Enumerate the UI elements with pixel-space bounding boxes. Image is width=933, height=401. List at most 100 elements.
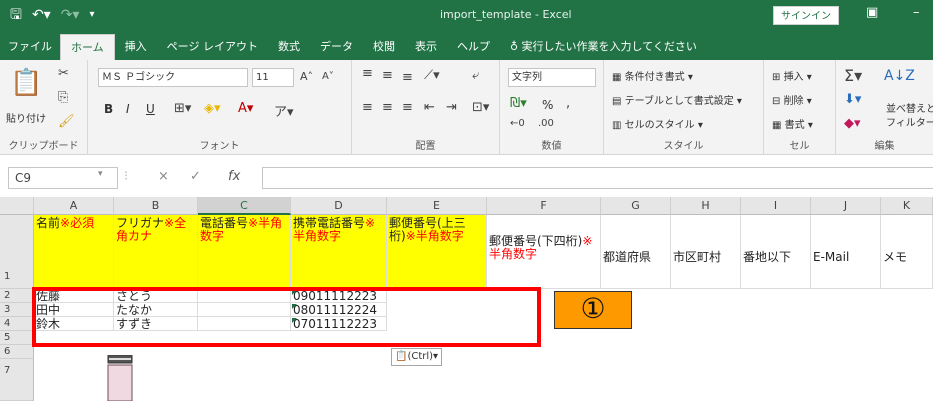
header-cell-prefecture[interactable]: 都道府県 (601, 215, 671, 289)
font-size-select[interactable]: 11 (252, 68, 294, 87)
tab-review[interactable]: 校閲 (363, 34, 405, 60)
paste-options-button[interactable]: 📋(Ctrl)▾ (391, 348, 443, 366)
column-header-c[interactable]: C (198, 197, 291, 215)
increase-decimal-icon[interactable]: ←0 (510, 118, 525, 129)
column-header-k[interactable]: K (881, 197, 933, 215)
column-header-h[interactable]: H (671, 197, 741, 215)
align-top-icon[interactable]: ≡ (362, 66, 373, 81)
splitter-icon[interactable]: ⁝ (124, 169, 128, 184)
decrease-indent-icon[interactable]: ⇤ (424, 100, 435, 115)
sort-label[interactable]: 並べ替えと (886, 100, 933, 115)
orientation-icon[interactable]: ⟋▾ (424, 68, 440, 83)
format-as-table-button[interactable]: ▤ テーブルとして書式設定 ▾ (612, 92, 742, 107)
header-cell-phone[interactable]: 電話番号※半角数字 (198, 215, 291, 289)
phonetic-icon[interactable]: ア▾ (274, 101, 294, 120)
row-header-6[interactable]: 6 (0, 345, 34, 359)
cell-styles-button[interactable]: ▥ セルのスタイル ▾ (612, 116, 703, 131)
align-left-icon[interactable]: ≡ (362, 100, 373, 115)
ribbon-display-icon[interactable]: ▣ (866, 5, 878, 20)
column-header-d[interactable]: D (291, 197, 387, 215)
cut-icon[interactable]: ✂ (58, 66, 69, 81)
customize-icon[interactable]: ▾ (89, 6, 94, 24)
format-cells-button[interactable]: ▦ 書式 ▾ (772, 116, 813, 131)
underline-button[interactable]: U (146, 102, 155, 116)
redo-icon[interactable]: ↷▾ (61, 6, 80, 24)
delete-cells-button[interactable]: ⊟ 削除 ▾ (772, 92, 812, 107)
column-header-g[interactable]: G (601, 197, 671, 215)
number-format-select[interactable]: 文字列 (508, 68, 596, 87)
merge-center-icon[interactable]: ⊡▾ (472, 100, 489, 115)
align-center-icon[interactable]: ≡ (382, 100, 393, 115)
grow-font-icon[interactable]: A˄ (300, 70, 313, 83)
undo-icon[interactable]: ↶▾ (32, 6, 51, 24)
insert-cells-button[interactable]: ⊞ 挿入 ▾ (772, 68, 812, 83)
filter-label[interactable]: フィルター (886, 114, 933, 129)
header-cell-mobile[interactable]: 携帯電話番号※半角数字 (291, 215, 387, 289)
sort-filter-icon[interactable]: A↓Z (884, 68, 915, 84)
save-icon[interactable]: 🖫 (10, 6, 22, 24)
font-name-select[interactable]: ＭＳ Ｐゴシック (98, 68, 248, 87)
signin-button[interactable]: サインイン (773, 6, 839, 25)
tab-file[interactable]: ファイル (0, 34, 60, 60)
row-header-2[interactable]: 2 (0, 289, 34, 303)
format-painter-icon[interactable]: 🖌 (58, 114, 75, 129)
align-middle-icon[interactable]: ≡ (382, 68, 393, 83)
paste-label[interactable]: 貼り付け (6, 110, 46, 125)
italic-button[interactable]: I (126, 102, 130, 116)
tab-view[interactable]: 表示 (405, 34, 447, 60)
decrease-decimal-icon[interactable]: .00 (538, 118, 554, 129)
autosum-icon[interactable]: Σ▾ (844, 66, 862, 85)
percent-button[interactable]: % (542, 98, 553, 112)
comma-icon[interactable]: , (566, 96, 570, 111)
header-cell-memo[interactable]: メモ (881, 215, 933, 289)
format-cells-label: 書式 (784, 120, 805, 131)
column-header-a[interactable]: A (34, 197, 114, 215)
header-cell-email[interactable]: E-Mail (811, 215, 881, 289)
row-header-5[interactable]: 5 (0, 331, 34, 345)
tab-data[interactable]: データ (310, 34, 363, 60)
name-box-dropdown-icon[interactable]: ▾ (98, 169, 103, 179)
bold-button[interactable]: B (104, 102, 113, 116)
tab-page-layout[interactable]: ページ レイアウト (157, 34, 268, 60)
clear-icon[interactable]: ◆▾ (844, 116, 861, 131)
row-header-7[interactable]: 7 (0, 359, 34, 401)
tab-home[interactable]: ホーム (60, 34, 115, 60)
column-header-f[interactable]: F (487, 197, 601, 215)
borders-icon[interactable]: ⊞▾ (174, 101, 191, 116)
tell-me-search[interactable]: ♁ 実行したい作業を入力してください (500, 34, 707, 60)
select-all-corner[interactable] (0, 197, 34, 215)
copy-icon[interactable]: ⎘ (58, 90, 68, 105)
column-header-i[interactable]: I (741, 197, 811, 215)
shrink-font-icon[interactable]: A˅ (322, 71, 334, 82)
currency-icon[interactable]: ₪▾ (510, 96, 527, 111)
formula-input[interactable] (262, 167, 933, 189)
align-bottom-icon[interactable]: ≡ (402, 70, 413, 85)
row-header-3[interactable]: 3 (0, 303, 34, 317)
insert-function-icon[interactable]: fx (228, 169, 240, 184)
column-header-e[interactable]: E (387, 197, 487, 215)
increase-indent-icon[interactable]: ⇥ (446, 100, 457, 115)
header-cell-zip-upper[interactable]: 郵便番号(上三桁)※半角数字 (387, 215, 487, 289)
column-header-b[interactable]: B (114, 197, 198, 215)
enter-icon[interactable]: ✓ (190, 169, 201, 184)
column-header-j[interactable]: J (811, 197, 881, 215)
conditional-format-button[interactable]: ▦ 条件付き書式 ▾ (612, 68, 693, 83)
row-header-1[interactable]: 1 (0, 215, 34, 289)
tab-insert[interactable]: 挿入 (115, 34, 157, 60)
cancel-icon[interactable]: × (158, 169, 169, 184)
row-header-4[interactable]: 4 (0, 317, 34, 331)
paste-icon[interactable]: 📋 (10, 68, 42, 98)
minimize-icon[interactable]: – (913, 5, 920, 20)
fill-icon[interactable]: ⬇▾ (844, 92, 861, 107)
header-cell-name[interactable]: 名前※必須 (34, 215, 114, 289)
fill-color-icon[interactable]: ◈▾ (204, 101, 221, 116)
header-cell-city[interactable]: 市区町村 (671, 215, 741, 289)
header-cell-address[interactable]: 番地以下 (741, 215, 811, 289)
font-color-icon[interactable]: A▾ (238, 101, 253, 116)
tab-help[interactable]: ヘルプ (447, 34, 500, 60)
align-right-icon[interactable]: ≡ (402, 100, 413, 115)
header-cell-kana[interactable]: フリガナ※全角カナ (114, 215, 198, 289)
tab-formulas[interactable]: 数式 (268, 34, 310, 60)
header-cell-zip-lower[interactable]: 郵便番号(下四桁)※半角数字 (487, 215, 601, 289)
wrap-text-icon[interactable]: ⤶ (472, 68, 479, 83)
